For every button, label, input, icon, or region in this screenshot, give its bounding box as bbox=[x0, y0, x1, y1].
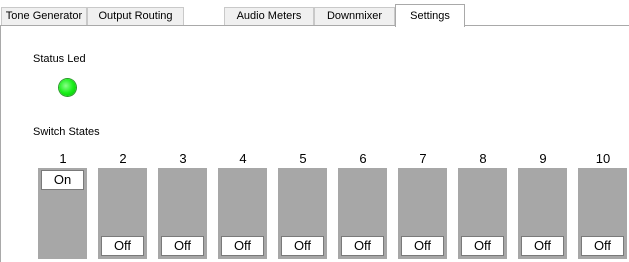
switch-state-button-3[interactable]: Off bbox=[161, 236, 204, 256]
status-led-label: Status Led bbox=[33, 53, 86, 65]
switch-number-2: 2 bbox=[119, 151, 127, 166]
switch-state-button-2[interactable]: Off bbox=[101, 236, 144, 256]
switch-state-button-4[interactable]: Off bbox=[221, 236, 264, 256]
switch-number-3: 3 bbox=[179, 151, 187, 166]
switch-track bbox=[398, 192, 447, 235]
switch-state-button-5[interactable]: Off bbox=[281, 236, 324, 256]
tab-bar: Tone Generator Output Routing Audio Mete… bbox=[0, 0, 629, 27]
switch-track bbox=[158, 192, 207, 235]
switch-number-4: 4 bbox=[239, 151, 247, 166]
switch-state-button-6[interactable]: Off bbox=[341, 236, 384, 256]
switch-track bbox=[578, 192, 627, 235]
switch-state-button-10[interactable]: Off bbox=[581, 236, 624, 256]
switch-2[interactable]: Off bbox=[98, 168, 147, 259]
tab-audio-meters[interactable]: Audio Meters bbox=[224, 7, 314, 25]
switch-track bbox=[98, 192, 147, 235]
tab-output-routing[interactable]: Output Routing bbox=[87, 7, 184, 25]
switch-number-5: 5 bbox=[299, 151, 307, 166]
switch-1[interactable]: On bbox=[38, 168, 87, 259]
switch-7[interactable]: Off bbox=[398, 168, 447, 259]
switch-3[interactable]: Off bbox=[158, 168, 207, 259]
switch-10[interactable]: Off bbox=[578, 168, 627, 259]
switch-number-8: 8 bbox=[479, 151, 487, 166]
switch-9[interactable]: Off bbox=[518, 168, 567, 259]
switch-state-button-8[interactable]: Off bbox=[461, 236, 504, 256]
switch-8[interactable]: Off bbox=[458, 168, 507, 259]
switch-track bbox=[518, 192, 567, 235]
switch-state-button-7[interactable]: Off bbox=[401, 236, 444, 256]
switch-track bbox=[458, 192, 507, 235]
switch-track bbox=[338, 192, 387, 235]
tab-downmixer[interactable]: Downmixer bbox=[314, 7, 395, 25]
switch-4[interactable]: Off bbox=[218, 168, 267, 259]
switch-track bbox=[218, 192, 267, 235]
switch-number-6: 6 bbox=[359, 151, 367, 166]
switch-track bbox=[38, 192, 87, 235]
switch-track bbox=[278, 192, 327, 235]
switch-number-10: 10 bbox=[595, 151, 611, 166]
switch-5[interactable]: Off bbox=[278, 168, 327, 259]
switch-6[interactable]: Off bbox=[338, 168, 387, 259]
switch-number-9: 9 bbox=[539, 151, 547, 166]
status-led-indicator bbox=[59, 79, 76, 96]
switch-number-7: 7 bbox=[419, 151, 427, 166]
tab-tone-generator[interactable]: Tone Generator bbox=[1, 7, 87, 25]
switch-number-1: 1 bbox=[59, 151, 67, 166]
tab-settings[interactable]: Settings bbox=[395, 4, 465, 27]
switch-state-button-1[interactable]: On bbox=[41, 170, 84, 190]
switch-state-button-9[interactable]: Off bbox=[521, 236, 564, 256]
switch-states-label: Switch States bbox=[33, 126, 100, 138]
